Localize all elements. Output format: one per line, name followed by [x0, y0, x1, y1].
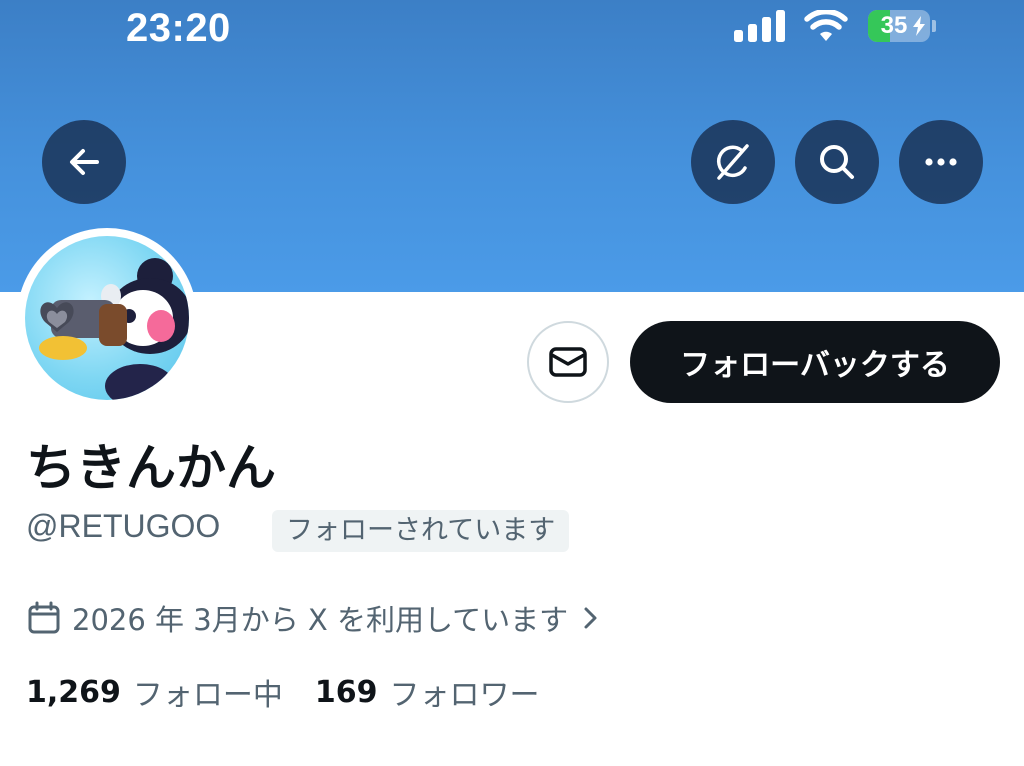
charging-bolt-icon [913, 16, 925, 36]
cellular-signal-icon [734, 10, 785, 42]
followers-count: 169 [314, 674, 378, 710]
battery-cap [932, 20, 936, 32]
search-icon [820, 145, 854, 179]
follow-back-button[interactable]: フォローバックする [630, 321, 1000, 403]
followers-label: フォロワー [389, 678, 540, 713]
joined-date-text: 2026 年 3月から X を利用しています [72, 603, 569, 637]
user-handle: @RETUGOO [26, 508, 221, 544]
back-button[interactable] [42, 120, 126, 204]
more-dots-icon [925, 158, 957, 166]
status-time: 23:20 [126, 6, 231, 50]
wifi-icon [804, 10, 848, 41]
following-stat[interactable]: 1,269 フォロー中 [26, 670, 283, 714]
joined-date-row[interactable]: 2026 年 3月から X を利用しています [26, 598, 600, 638]
search-button[interactable] [795, 120, 879, 204]
following-label: フォロー中 [132, 678, 283, 713]
more-button[interactable] [899, 120, 983, 204]
arrow-left-icon [70, 149, 99, 175]
following-count: 1,269 [26, 674, 121, 710]
battery-indicator: 35 [868, 10, 930, 42]
display-name: ちきんかん [26, 439, 276, 497]
chevron-right-icon [584, 607, 597, 629]
follow-stats: 1,269 フォロー中 169 フォロワー [26, 670, 540, 714]
message-button[interactable] [527, 321, 609, 403]
follows-you-badge: フォローされています [272, 510, 570, 552]
avatar-character-image [39, 258, 189, 400]
followers-stat[interactable]: 169 フォロワー [315, 670, 540, 714]
profile-avatar[interactable] [17, 228, 197, 408]
calendar-icon [28, 601, 60, 634]
grok-button[interactable] [691, 120, 775, 204]
grok-icon [716, 144, 749, 180]
envelope-icon [549, 347, 587, 377]
